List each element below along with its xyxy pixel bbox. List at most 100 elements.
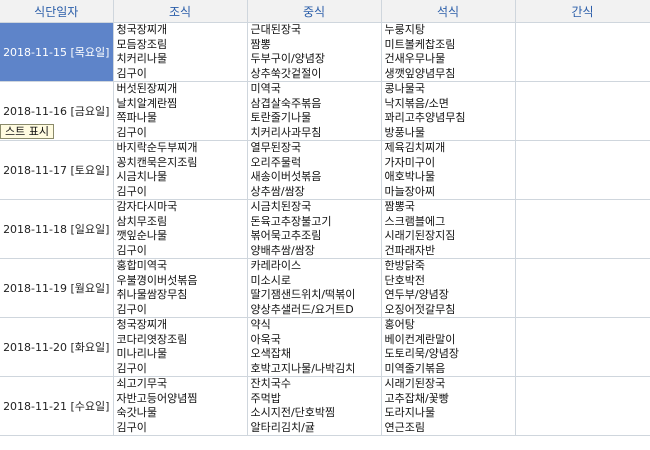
menu-item: 두부구이/양념장 — [250, 52, 326, 65]
menu-item: 모듬장조림 — [116, 37, 168, 51]
table-row[interactable]: 2018-11-17 [토요일] 바지락순두부찌개 꽁치캔묵은지조림 시금치나물 김구이… — [0, 140, 650, 200]
menu-item: 호박고지나물/나박김치 — [250, 361, 356, 375]
date-cell[interactable]: 2018-11-19 [월요일] — [0, 258, 114, 318]
header-row: 식단일자 조식 중식 석식 간식 — [0, 0, 650, 23]
dinner-cell[interactable]: 시래기된장국 고추잡채/꽃빵 도라지나물 연근조림 — [381, 376, 516, 436]
header-date[interactable]: 식단일자 — [0, 0, 114, 23]
menu-item — [516, 347, 650, 362]
table-row[interactable]: 2018-11-19 [월요일] 홍합미역국 우불꼉이버섯볶음 취나물쌈장무침 김구이 카… — [0, 258, 650, 318]
menu-item — [516, 229, 650, 244]
menu-item: 우불꼉이버섯볶음 — [116, 273, 198, 287]
table-row[interactable]: 2018-11-21 [수요일] 쇠고기무국 자반고등어양념찜 숙갓나물 김구이 잔치국수… — [0, 376, 650, 436]
breakfast-cell[interactable]: 버섯된장찌개 날치알계란찜 쪽파나물 김구이 — [113, 81, 248, 141]
date-cell[interactable]: 2018-11-20 [화요일] — [0, 317, 114, 377]
menu-item: 청국장찌개 — [116, 23, 168, 36]
menu-item — [516, 185, 650, 200]
menu-item — [516, 259, 650, 274]
menu-item — [516, 421, 650, 436]
breakfast-cell[interactable]: 청국장찌개 모듬장조림 치커리나물 김구이 — [113, 22, 248, 82]
menu-item: 스크램블에그 — [384, 214, 446, 228]
table-row[interactable]: 2018-11-15 [목요일] 청국장찌개 모듬장조림 치커리나물 김구이 근대된장국 짬… — [0, 22, 650, 82]
menu-item: 숙갓나물 — [116, 406, 157, 419]
header-dinner[interactable]: 석식 — [381, 0, 516, 23]
menu-item: 방풍나물 — [384, 125, 425, 139]
tooltip: 스트 표시 — [0, 124, 54, 139]
menu-item: 김구이 — [116, 243, 147, 257]
menu-item: 애호박나물 — [384, 170, 436, 183]
table-row[interactable]: 2018-11-18 [일요일] 감자다시마국 삼치무조림 깻잎순나물 김구이 시금치된장… — [0, 199, 650, 259]
date-cell[interactable]: 2018-11-21 [수요일] — [0, 376, 114, 436]
snack-cell[interactable] — [515, 22, 650, 82]
table-row[interactable]: 2018-11-16 [금요일] 버섯된장찌개 날치알계란찜 쪽파나물 김구이 미역국 삼겹… — [0, 81, 650, 141]
dinner-cell[interactable]: 홍어탕 베이컨계란말이 도토리묵/양념장 미역줄기볶음 — [381, 317, 516, 377]
menu-item: 단호박전 — [384, 273, 425, 287]
menu-item: 김구이 — [116, 302, 147, 316]
breakfast-cell[interactable]: 쇠고기무국 자반고등어양념찜 숙갓나물 김구이 — [113, 376, 248, 436]
menu-item: 새송이버섯볶음 — [250, 170, 322, 183]
menu-item: 시금치된장국 — [250, 200, 312, 213]
menu-item: 꽁치캔묵은지조림 — [116, 155, 198, 169]
breakfast-cell[interactable]: 홍합미역국 우불꼉이버섯볶음 취나물쌈장무침 김구이 — [113, 258, 248, 318]
menu-item: 가자미구이 — [384, 155, 436, 169]
breakfast-cell[interactable]: 감자다시마국 삼치무조림 깻잎순나물 김구이 — [113, 199, 248, 259]
menu-item: 건새우무나물 — [384, 52, 446, 65]
menu-item — [516, 288, 650, 303]
menu-item: 제육김치찌개 — [384, 141, 446, 154]
menu-item: 쪽파나물 — [116, 111, 157, 124]
lunch-cell[interactable]: 열무된장국 오리주물럭 새송이버섯볶음 상추쌈/쌈장 — [247, 140, 382, 200]
snack-cell[interactable] — [515, 317, 650, 377]
menu-item: 홍합미역국 — [116, 259, 168, 272]
menu-item: 김구이 — [116, 361, 147, 375]
dinner-cell[interactable]: 누룽지탕 미트볼케찹조림 건새우무나물 생깻잎양념무침 — [381, 22, 516, 82]
lunch-cell[interactable]: 카레라이스 미소시로 딸기잼샌드위치/떡볶이 양상추샐러드/요거트D — [247, 258, 382, 318]
breakfast-cell[interactable]: 바지락순두부찌개 꽁치캔묵은지조림 시금치나물 김구이 — [113, 140, 248, 200]
menu-item — [516, 82, 650, 97]
menu-item: 돈육고추장불고기 — [250, 214, 332, 228]
lunch-cell[interactable]: 시금치된장국 돈육고추장불고기 볶어묵고추조림 양배추쌈/쌈장 — [247, 199, 382, 259]
menu-item — [516, 362, 650, 377]
menu-item — [516, 377, 650, 392]
snack-cell[interactable] — [515, 376, 650, 436]
header-snack[interactable]: 간식 — [515, 0, 650, 23]
menu-item: 짬뽕국 — [384, 200, 415, 213]
menu-item: 짬뽕 — [250, 37, 271, 51]
meal-schedule-table: 식단일자 조식 중식 석식 간식 2018-11-15 [목요일] 청국장찌개 모듬… — [0, 0, 650, 436]
menu-item: 토란줄기나물 — [250, 111, 312, 124]
menu-item: 오리주물럭 — [250, 155, 302, 169]
snack-cell[interactable] — [515, 258, 650, 318]
menu-item: 마늘장아찌 — [384, 184, 436, 198]
menu-item: 오색잡채 — [250, 347, 291, 360]
lunch-cell[interactable]: 약식 아욱국 오색잡채 호박고지나물/나박김치 — [247, 317, 382, 377]
header-breakfast[interactable]: 조식 — [113, 0, 248, 23]
dinner-cell[interactable]: 한방닭죽 단호박전 연두부/양념장 오징어젓갈무침 — [381, 258, 516, 318]
menu-item: 삼치무조림 — [116, 214, 168, 228]
header-lunch[interactable]: 중식 — [247, 0, 382, 23]
date-cell[interactable]: 2018-11-15 [목요일] — [0, 22, 114, 82]
dinner-cell[interactable]: 짬뽕국 스크램블에그 시래기된장지짐 건파래자반 — [381, 199, 516, 259]
menu-item: 코다리엿장조림 — [116, 332, 188, 346]
menu-item: 바지락순두부찌개 — [116, 141, 198, 154]
snack-cell[interactable] — [515, 140, 650, 200]
snack-cell[interactable] — [515, 81, 650, 141]
menu-item — [516, 215, 650, 230]
menu-item — [516, 200, 650, 215]
menu-item: 고추잡채/꽃빵 — [384, 391, 449, 405]
menu-item — [516, 244, 650, 259]
date-cell[interactable]: 2018-11-18 [일요일] — [0, 199, 114, 259]
table-row[interactable]: 2018-11-20 [화요일] 청국장찌개 코다리엿장조림 미나리나물 김구이 약식 아욱… — [0, 317, 650, 377]
breakfast-cell[interactable]: 청국장찌개 코다리엿장조림 미나리나물 김구이 — [113, 317, 248, 377]
lunch-cell[interactable]: 잔치국수 주먹밥 소시지전/단호박찜 알타리김치/귤 — [247, 376, 382, 436]
menu-item — [516, 274, 650, 289]
date-cell[interactable]: 2018-11-17 [토요일] — [0, 140, 114, 200]
menu-item — [516, 67, 650, 82]
snack-cell[interactable] — [515, 199, 650, 259]
lunch-cell[interactable]: 미역국 삼겹살숙주볶음 토란줄기나물 치커리사과무침 — [247, 81, 382, 141]
menu-item: 아욱국 — [250, 332, 281, 346]
lunch-cell[interactable]: 근대된장국 짬뽕 두부구이/양념장 상추쑥갓겉절이 — [247, 22, 382, 82]
menu-item: 잔치국수 — [250, 377, 291, 390]
menu-item: 양배추쌈/쌈장 — [250, 243, 315, 257]
dinner-cell[interactable]: 제육김치찌개 가자미구이 애호박나물 마늘장아찌 — [381, 140, 516, 200]
dinner-cell[interactable]: 콩나물국 낙지볶음/소면 꽈리고추양념무침 방풍나물 — [381, 81, 516, 141]
menu-item: 시래기된장국 — [384, 377, 446, 390]
menu-item: 홍어탕 — [384, 318, 415, 331]
